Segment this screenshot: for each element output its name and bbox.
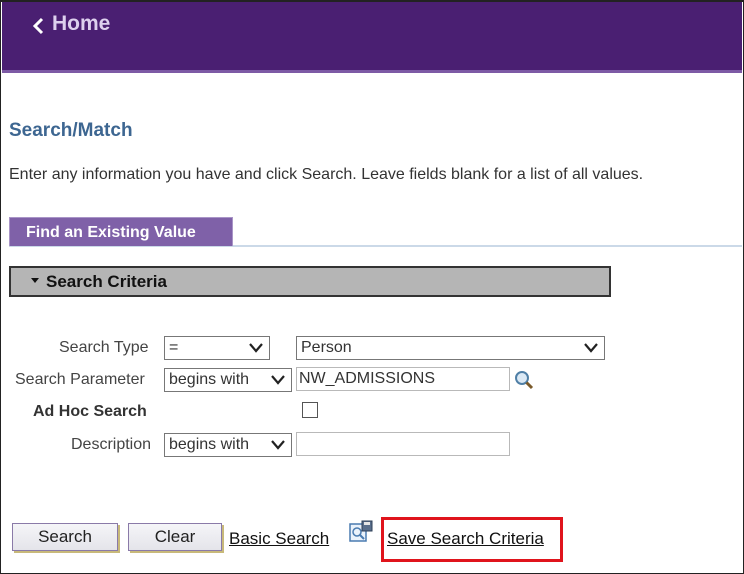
chevron-left-icon bbox=[32, 17, 44, 35]
section-title: Search Criteria bbox=[46, 272, 167, 291]
header-bar: Home bbox=[2, 2, 742, 73]
ad-hoc-search-checkbox[interactable] bbox=[302, 402, 318, 418]
search-parameter-operator-value: begins with bbox=[169, 371, 250, 388]
chevron-down-icon bbox=[584, 343, 598, 353]
search-parameter-operator-select[interactable]: begins with bbox=[164, 368, 292, 392]
search-type-operator-value: = bbox=[169, 339, 179, 356]
description-operator-select[interactable]: begins with bbox=[164, 433, 292, 457]
search-type-operator-select[interactable]: = bbox=[164, 336, 270, 360]
chevron-down-icon bbox=[271, 440, 285, 450]
search-type-label: Search Type bbox=[59, 339, 149, 356]
search-parameter-input[interactable]: NW_ADMISSIONS bbox=[296, 367, 510, 391]
search-parameter-label: Search Parameter bbox=[15, 371, 145, 388]
description-input[interactable] bbox=[296, 432, 510, 456]
search-button[interactable]: Search bbox=[12, 523, 118, 551]
clear-button[interactable]: Clear bbox=[128, 523, 222, 551]
tab-find-existing-value[interactable]: Find an Existing Value bbox=[9, 217, 233, 246]
page-title: Search/Match bbox=[9, 120, 133, 141]
description-label: Description bbox=[71, 436, 152, 453]
save-search-icon[interactable] bbox=[348, 520, 374, 544]
chevron-down-icon bbox=[271, 375, 285, 385]
description-operator-value: begins with bbox=[169, 436, 250, 453]
chevron-down-icon bbox=[249, 343, 263, 353]
ad-hoc-search-label: Ad Hoc Search bbox=[33, 403, 147, 420]
collapse-caret-icon bbox=[31, 278, 39, 284]
highlight-box bbox=[381, 517, 563, 562]
instructions-text: Enter any information you have and click… bbox=[9, 166, 644, 183]
search-type-value: Person bbox=[301, 339, 352, 356]
home-label: Home bbox=[52, 12, 111, 35]
home-back-link[interactable]: Home bbox=[32, 12, 110, 36]
magnifier-icon[interactable] bbox=[513, 369, 535, 391]
search-criteria-header[interactable]: Search Criteria bbox=[9, 266, 611, 297]
basic-search-link[interactable]: Basic Search bbox=[229, 529, 329, 549]
search-type-select[interactable]: Person bbox=[296, 336, 605, 360]
